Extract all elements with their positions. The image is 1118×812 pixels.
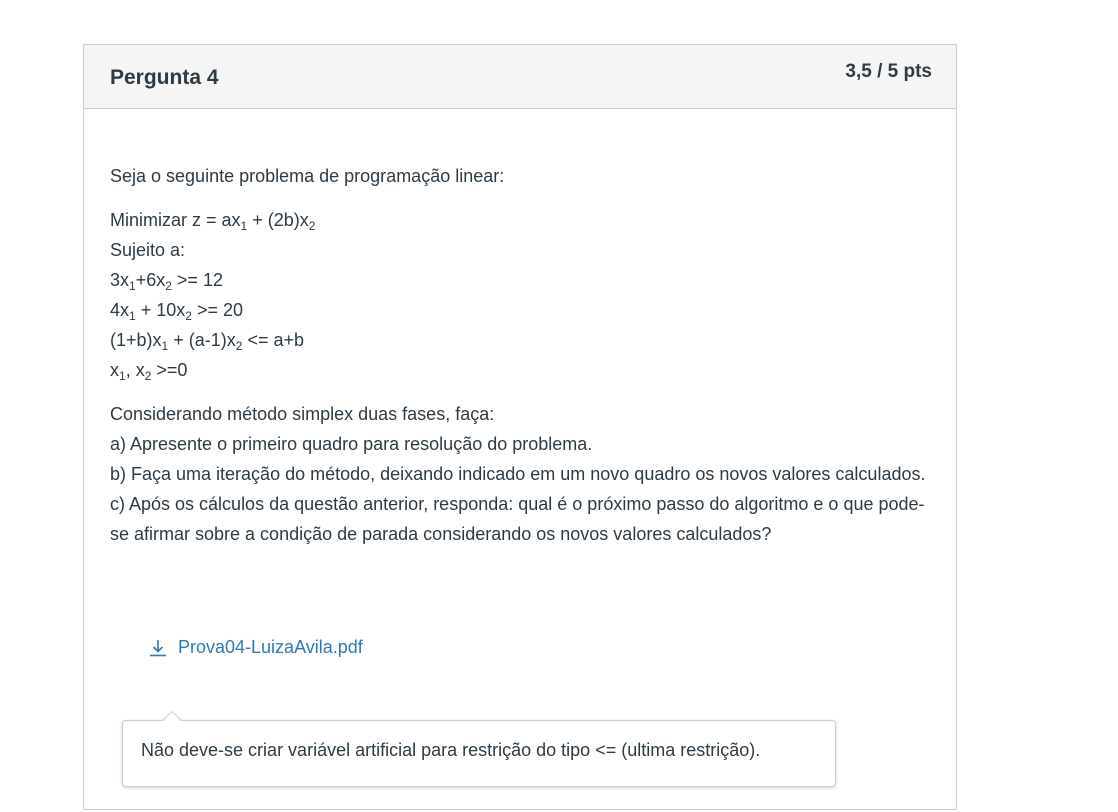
download-icon xyxy=(150,639,166,656)
constraint-3: (1+b)x1 + (a-1)x2 <= a+b xyxy=(110,330,304,353)
question-points: 3,5 / 5 pts xyxy=(845,61,932,82)
constraint-2: 4x1 + 10x2 >= 20 xyxy=(110,300,243,323)
grader-comment: Não deve-se criar variável artificial pa… xyxy=(122,711,836,787)
problem-formulation: Minimizar z = ax1 + (2b)x2 Sujeito a: 3x… xyxy=(110,205,930,385)
attachment-filename: Prova04-LuizaAvila.pdf xyxy=(178,637,363,657)
constraint-1: 3x1+6x2 >= 12 xyxy=(110,270,223,293)
instruction-a: a) Apresente o primeiro quadro para reso… xyxy=(110,434,593,454)
instructions-lead: Considerando método simplex duas fases, … xyxy=(110,404,495,424)
question-card: Pergunta 4 3,5 / 5 pts Seja o seguinte p… xyxy=(83,44,957,810)
attachment-download-link[interactable]: Prova04-LuizaAvila.pdf xyxy=(148,637,363,658)
question-intro: Seja o seguinte problema de programação … xyxy=(110,166,505,186)
instruction-c: c) Após os cálculos da questão anterior,… xyxy=(110,494,925,544)
non-negativity-constraint: x1, x2 >=0 xyxy=(110,360,188,383)
comment-text: Não deve-se criar variável artificial pa… xyxy=(141,740,761,760)
instructions: Considerando método simplex duas fases, … xyxy=(110,399,930,549)
instruction-b: b) Faça uma iteração do método, deixando… xyxy=(110,464,926,484)
question-body: Seja o seguinte problema de programação … xyxy=(110,161,930,549)
objective-function: Minimizar z = ax1 + (2b)x2 xyxy=(110,210,316,233)
question-title: Pergunta 4 xyxy=(110,66,219,89)
comment-pointer xyxy=(161,711,183,722)
question-header: Pergunta 4 3,5 / 5 pts xyxy=(84,45,956,109)
subject-to-label: Sujeito a: xyxy=(110,240,186,260)
